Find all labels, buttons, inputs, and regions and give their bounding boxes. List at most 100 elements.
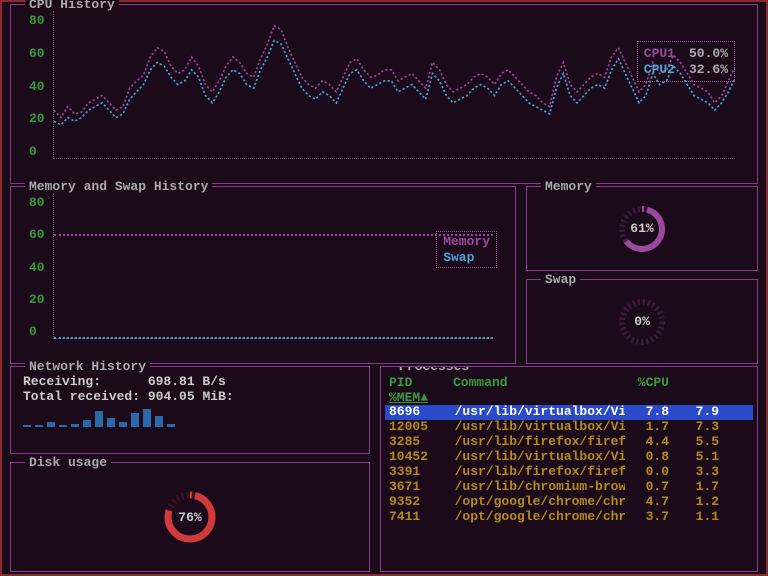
process-row[interactable]: 7411 /opt/google/chrome/chrom3.71.1 bbox=[385, 510, 753, 525]
y-tick: 60 bbox=[29, 227, 45, 242]
cpu-chart-area: 80 60 40 20 0 bbox=[23, 11, 745, 175]
swap-gauge-title: Swap bbox=[541, 272, 580, 287]
processes-header[interactable]: PID Command %CPU bbox=[385, 375, 753, 390]
sort-indicator[interactable]: %MEM▲ bbox=[385, 390, 753, 405]
proc-command: /usr/lib/virtualbox/Virt bbox=[439, 450, 625, 465]
memory-gauge: 61% bbox=[612, 204, 672, 254]
y-tick: 0 bbox=[29, 324, 45, 339]
disk-gauge: 76% bbox=[155, 489, 225, 545]
process-row[interactable]: 9352 /opt/google/chrome/chrom4.71.2 bbox=[385, 495, 753, 510]
proc-command: /usr/lib/firefox/firefox bbox=[439, 435, 625, 450]
cpu-legend-row: CPU2 32.6% bbox=[644, 62, 728, 78]
network-bar bbox=[23, 425, 31, 427]
proc-pid: 3391 bbox=[389, 465, 439, 480]
cpu-legend-row: CPU1 50.0% bbox=[644, 46, 728, 62]
col-mem[interactable] bbox=[669, 375, 719, 390]
processes-body[interactable]: 8696 /usr/lib/virtualbox/Virt7.87.912005… bbox=[385, 405, 753, 525]
network-bar bbox=[71, 424, 79, 427]
proc-cpu: 4.7 bbox=[625, 495, 669, 510]
proc-cpu: 0.0 bbox=[625, 465, 669, 480]
y-tick: 40 bbox=[29, 79, 45, 94]
col-cpu[interactable]: %CPU bbox=[625, 375, 669, 390]
y-tick: 20 bbox=[29, 292, 45, 307]
disk-gauge-value: 76% bbox=[178, 510, 201, 525]
left-bottom-column: Network History Receiving: 698.81 B/s To… bbox=[10, 366, 370, 572]
proc-mem: 1.1 bbox=[669, 510, 719, 525]
network-bar bbox=[35, 425, 43, 427]
processes-panel: Processes PID Command %CPU %MEM▲ 8696 /u… bbox=[380, 366, 758, 572]
network-bar bbox=[47, 422, 55, 427]
process-row[interactable]: 3671 /usr/lib/chromium-browse0.71.7 bbox=[385, 480, 753, 495]
proc-cpu: 1.7 bbox=[625, 420, 669, 435]
network-bar bbox=[107, 418, 115, 427]
app-root: CPU History 80 60 40 20 0 CPU1 50.0% CPU… bbox=[2, 2, 766, 574]
network-bar bbox=[143, 409, 151, 427]
proc-command: /opt/google/chrome/chrom bbox=[439, 495, 625, 510]
proc-mem: 5.1 bbox=[669, 450, 719, 465]
proc-pid: 3285 bbox=[389, 435, 439, 450]
gauge-column: Memory 61% Swap 0% bbox=[526, 186, 758, 364]
proc-cpu: 7.8 bbox=[625, 405, 669, 420]
process-row[interactable]: 3391 /usr/lib/firefox/firefox0.03.3 bbox=[385, 465, 753, 480]
swap-gauge-value: 0% bbox=[634, 314, 650, 329]
network-title: Network History bbox=[25, 359, 150, 374]
network-bar bbox=[119, 422, 127, 427]
process-row[interactable]: 12005 /usr/lib/virtualbox/Virt1.77.3 bbox=[385, 420, 753, 435]
col-pid[interactable]: PID bbox=[389, 375, 439, 390]
network-total-line: Total received: 904.05 MiB: bbox=[23, 390, 357, 405]
network-bar bbox=[83, 420, 91, 427]
proc-mem: 7.9 bbox=[669, 405, 719, 420]
total-label: Total received: bbox=[23, 389, 140, 404]
y-tick: 0 bbox=[29, 144, 45, 159]
proc-mem: 1.7 bbox=[669, 480, 719, 495]
process-row[interactable]: 10452 /usr/lib/virtualbox/Virt0.85.1 bbox=[385, 450, 753, 465]
y-tick: 60 bbox=[29, 46, 45, 61]
receiving-value: 698.81 B/s bbox=[148, 374, 226, 389]
bottom-row: Network History Receiving: 698.81 B/s To… bbox=[10, 366, 758, 572]
proc-pid: 7411 bbox=[389, 510, 439, 525]
cpu2-value: 32.6% bbox=[689, 62, 728, 78]
y-tick: 20 bbox=[29, 111, 45, 126]
processes-title: Processes bbox=[395, 366, 473, 374]
proc-pid: 9352 bbox=[389, 495, 439, 510]
memory-line bbox=[54, 234, 493, 236]
y-tick: 80 bbox=[29, 195, 45, 210]
network-panel: Network History Receiving: 698.81 B/s To… bbox=[10, 366, 370, 454]
cpu2-label: CPU2 bbox=[644, 62, 675, 78]
network-bar bbox=[155, 416, 163, 427]
proc-command: /usr/lib/firefox/firefox bbox=[439, 465, 625, 480]
mem-chart-area: 80 60 40 20 0 bbox=[23, 193, 503, 355]
process-row[interactable]: 8696 /usr/lib/virtualbox/Virt7.87.9 bbox=[385, 405, 753, 420]
memory-row: Memory and Swap History 80 60 40 20 0 Me… bbox=[10, 186, 758, 364]
proc-command: /usr/lib/virtualbox/Virt bbox=[439, 420, 625, 435]
col-command[interactable]: Command bbox=[439, 375, 625, 390]
network-bar bbox=[95, 411, 103, 427]
proc-pid: 8696 bbox=[389, 405, 439, 420]
mem-y-axis: 80 60 40 20 0 bbox=[23, 193, 53, 355]
receiving-label: Receiving: bbox=[23, 374, 101, 389]
memory-gauge-value: 61% bbox=[630, 221, 653, 236]
network-receiving-line: Receiving: 698.81 B/s bbox=[23, 375, 357, 390]
memory-history-panel: Memory and Swap History 80 60 40 20 0 Me… bbox=[10, 186, 516, 364]
y-tick: 80 bbox=[29, 13, 45, 28]
disk-panel: Disk usage 76% bbox=[10, 462, 370, 572]
swap-label: Swap bbox=[443, 250, 490, 266]
proc-mem: 1.2 bbox=[669, 495, 719, 510]
cpu-line-chart bbox=[54, 11, 735, 158]
network-bar bbox=[131, 413, 139, 427]
total-value: 904.05 MiB: bbox=[148, 389, 234, 404]
cpu-history-panel: CPU History 80 60 40 20 0 CPU1 50.0% CPU… bbox=[10, 4, 758, 184]
mem-legend: Memory Swap bbox=[436, 231, 497, 268]
swap-gauge-panel: Swap 0% bbox=[526, 279, 758, 364]
proc-cpu: 0.8 bbox=[625, 450, 669, 465]
proc-cpu: 4.4 bbox=[625, 435, 669, 450]
swap-gauge: 0% bbox=[612, 297, 672, 347]
proc-pid: 3671 bbox=[389, 480, 439, 495]
network-bar-chart bbox=[23, 409, 357, 427]
cpu-plot bbox=[53, 11, 735, 159]
process-row[interactable]: 3285 /usr/lib/firefox/firefox4.45.5 bbox=[385, 435, 753, 450]
memory-gauge-panel: Memory 61% bbox=[526, 186, 758, 271]
swap-line bbox=[54, 337, 493, 339]
proc-pid: 10452 bbox=[389, 450, 439, 465]
sort-arrow-icon: ▲ bbox=[420, 390, 428, 405]
